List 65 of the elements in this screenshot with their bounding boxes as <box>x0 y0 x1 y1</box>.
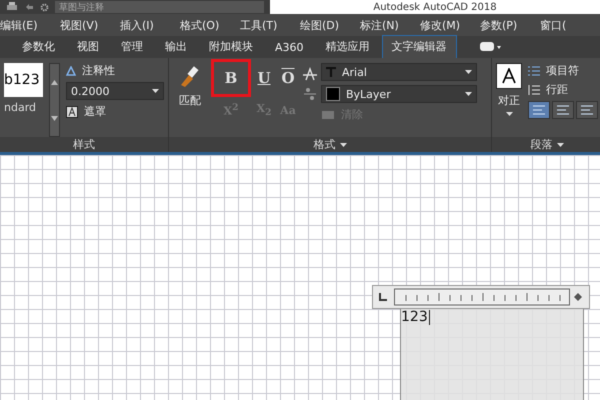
menu-item[interactable]: 绘图(D) <box>300 18 360 32</box>
font-icon <box>326 67 336 77</box>
ribbon-tab[interactable]: 管理 <box>111 35 153 58</box>
text-cursor <box>428 310 430 325</box>
panel-title: 样式 <box>0 137 168 152</box>
text-style-preview[interactable]: b123 ndard <box>4 63 43 137</box>
list-icon[interactable] <box>528 66 540 76</box>
caret-icon <box>340 142 346 146</box>
text-height-dropdown[interactable]: 0.2000 <box>66 82 164 100</box>
strikethrough-icon[interactable] <box>303 67 317 81</box>
align-lines-icon <box>556 105 570 115</box>
panel-title: 格式 <box>314 137 336 152</box>
align-lines-icon <box>580 105 594 115</box>
mask-icon[interactable] <box>66 106 78 118</box>
annotative-icon <box>66 66 76 76</box>
underline-button[interactable]: U <box>253 67 275 89</box>
ribbon-tab[interactable]: 输出 <box>155 35 197 58</box>
menu-item[interactable]: 工具(T) <box>240 18 300 32</box>
menu-item[interactable]: 插入(I) <box>120 18 180 32</box>
color-dropdown[interactable]: ByLayer <box>321 85 477 103</box>
line-spacing-label[interactable]: 行距 <box>546 82 568 97</box>
ribbon-tab[interactable]: 精选应用 <box>316 35 380 58</box>
caret-icon <box>506 112 512 116</box>
window-title: Autodesk AutoCAD 2018 <box>372 0 498 14</box>
gear-icon <box>40 2 49 12</box>
ribbon-tab[interactable]: 附加模块 <box>199 35 263 58</box>
ribbon-tab[interactable]: 参数化 <box>12 35 65 58</box>
text-editor-field[interactable]: 123 <box>400 309 584 400</box>
menu-item[interactable]: 编辑(E) <box>0 18 60 32</box>
align-button[interactable] <box>528 101 550 119</box>
menu-item[interactable]: 标注(N) <box>360 18 420 32</box>
mask-label[interactable]: 遮罩 <box>84 104 106 119</box>
menu-item[interactable]: 窗口( <box>540 18 600 32</box>
align-lines-icon <box>532 105 546 115</box>
panel-toggle-icon[interactable] <box>478 40 503 54</box>
font-dropdown[interactable]: Arial <box>321 63 477 81</box>
line-spacing-icon[interactable] <box>528 84 540 96</box>
annotative-label[interactable]: 注释性 <box>82 63 115 78</box>
align-button[interactable] <box>576 101 598 119</box>
caret-icon <box>152 89 159 93</box>
menu-item[interactable]: 视图(V) <box>60 18 120 32</box>
caret-icon <box>465 70 472 74</box>
menu-item[interactable]: 修改(M) <box>420 18 480 32</box>
menu-item[interactable]: 参数(P) <box>480 18 540 32</box>
caret-icon <box>556 142 564 146</box>
ribbon-tab[interactable]: A360 <box>265 37 314 58</box>
undo-icon[interactable] <box>24 2 34 12</box>
panel-title: 段落 <box>530 137 552 152</box>
menu-item[interactable]: 格式(O) <box>180 18 240 32</box>
bullets-label[interactable]: 项目符 <box>546 63 579 78</box>
resize-handle-icon[interactable] <box>574 293 582 301</box>
bold-button[interactable]: B <box>211 59 251 97</box>
align-button[interactable] <box>552 101 574 119</box>
caret-icon <box>465 92 472 96</box>
ribbon-tab[interactable]: 视图 <box>67 35 109 58</box>
justify-icon[interactable] <box>496 63 522 89</box>
justify-label[interactable]: 对正 <box>498 93 520 108</box>
ribbon-tab[interactable]: 文字编辑器 <box>382 35 457 58</box>
overline-button[interactable]: O <box>277 67 299 89</box>
scroll-buttons[interactable] <box>48 63 60 137</box>
print-icon[interactable] <box>6 2 18 12</box>
match-label[interactable]: 匹配 <box>179 93 201 108</box>
stack-icon[interactable] <box>303 87 317 101</box>
color-swatch <box>326 87 340 101</box>
tab-stop-icon[interactable] <box>376 291 390 303</box>
